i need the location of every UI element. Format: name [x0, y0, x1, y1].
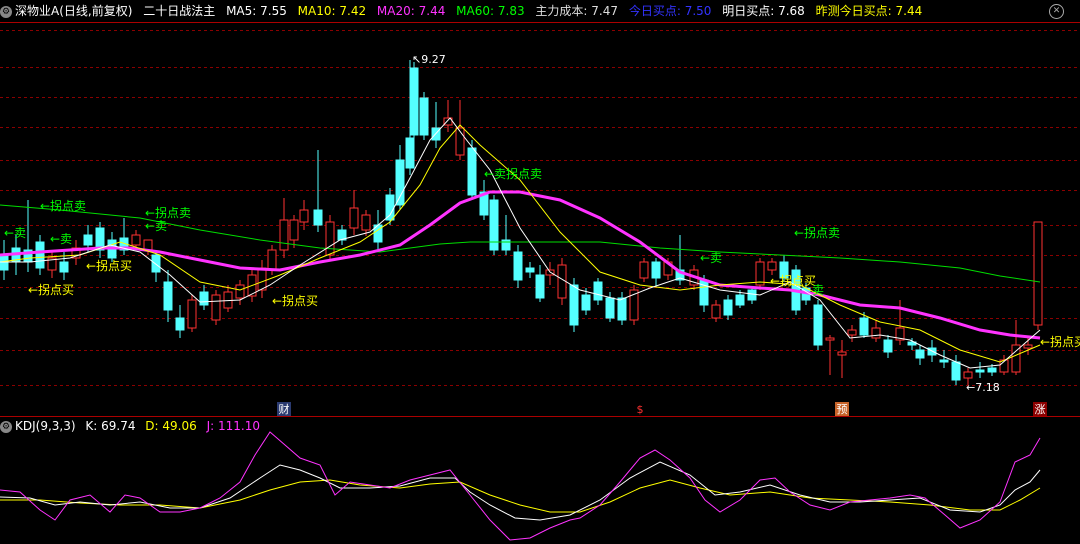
- candle-body: [711, 304, 721, 319]
- candle-body: [131, 234, 141, 246]
- candle-body: [513, 251, 523, 281]
- candle-body: [279, 219, 289, 251]
- signal-label: ←拐点买: [272, 293, 318, 308]
- candle-body: [467, 147, 477, 196]
- signal-label: ←拐点买: [28, 282, 74, 297]
- candle-body: [257, 267, 267, 291]
- candle-body: [975, 369, 985, 373]
- candle-body: [639, 261, 649, 279]
- signal-label: 卖: [812, 283, 824, 297]
- candle-body: [963, 371, 973, 379]
- candle-body: [395, 159, 405, 206]
- candle-body: [747, 289, 757, 301]
- ma5-line: [0, 117, 1041, 369]
- low-price-label: ←7.18: [966, 381, 1000, 394]
- candle-body: [871, 327, 881, 339]
- candle-body: [349, 207, 359, 229]
- candle-body: [187, 299, 197, 329]
- candle-body: [883, 339, 893, 353]
- event-marker: 预: [837, 403, 848, 416]
- candle-body: [651, 261, 661, 279]
- signal-label: ←拐点卖: [794, 225, 840, 240]
- candle-body: [557, 264, 567, 299]
- signal-label: ←拐点卖: [40, 198, 86, 213]
- kdj-k-line: [0, 461, 1041, 521]
- candle-body: [151, 254, 161, 273]
- candle-body: [267, 249, 277, 271]
- candle-body: [951, 361, 961, 381]
- signal-label: ←卖: [145, 219, 167, 233]
- candle-body: [325, 221, 335, 256]
- candle-body: [405, 137, 415, 169]
- candle-body: [837, 351, 847, 356]
- candle-body: [59, 261, 69, 273]
- candle-body: [699, 279, 709, 306]
- candle-body: [199, 291, 209, 306]
- candle-body: [83, 234, 93, 246]
- candle-body: [211, 294, 221, 321]
- candle-body: [569, 284, 579, 326]
- signal-label: ←卖: [700, 251, 722, 265]
- candle-body: [525, 267, 535, 273]
- candle-body: [939, 359, 949, 363]
- candle-body: [813, 304, 823, 346]
- candle-body: [35, 241, 45, 269]
- signal-label: ←拐点买: [1040, 334, 1080, 349]
- candlestick-chart[interactable]: ←拐点卖←卖 ←卖←拐点卖←卖←拐点买←拐点买←拐点买←卖拐点卖←卖←拐点卖←拐点…: [0, 0, 1080, 544]
- candle-body: [593, 281, 603, 301]
- signal-label: ←卖拐点卖: [484, 166, 542, 181]
- signal-label: ←拐点卖: [145, 205, 191, 220]
- signal-label: ←卖: [50, 232, 72, 246]
- signal-label: ←拐点买: [86, 258, 132, 273]
- event-marker: 财: [279, 402, 290, 416]
- signal-label: ←卖: [4, 226, 26, 240]
- candle-body: [1023, 344, 1033, 349]
- candle-body: [617, 297, 627, 321]
- kdj-d-line: [0, 479, 1041, 513]
- candle-body: [987, 367, 997, 373]
- event-marker: $: [637, 403, 644, 416]
- candle-body: [735, 294, 745, 306]
- candle-body: [175, 317, 185, 331]
- candle-body: [605, 297, 615, 319]
- candle-body: [915, 349, 925, 359]
- candle-body: [143, 239, 153, 251]
- candle-body: [289, 219, 299, 241]
- candle-body: [847, 329, 857, 336]
- kdj-j-line: [0, 431, 1041, 541]
- candle-body: [723, 299, 733, 316]
- candle-body: [385, 194, 395, 221]
- candle-body: [767, 261, 777, 271]
- candle-body: [409, 67, 419, 136]
- candle-body: [859, 317, 869, 336]
- candle-body: [581, 294, 591, 311]
- candle-body: [235, 284, 245, 299]
- candle-body: [299, 209, 309, 223]
- candle-body: [361, 214, 371, 231]
- event-marker: 涨: [1035, 403, 1046, 416]
- signal-label: ←拐点买: [770, 273, 816, 288]
- candle-body: [419, 97, 429, 136]
- candle-body: [825, 337, 835, 341]
- candle-body: [163, 281, 173, 311]
- high-price-label: ↖9.27: [412, 53, 446, 66]
- candle-body: [1033, 221, 1043, 326]
- candle-body: [313, 209, 323, 226]
- candle-body: [535, 274, 545, 299]
